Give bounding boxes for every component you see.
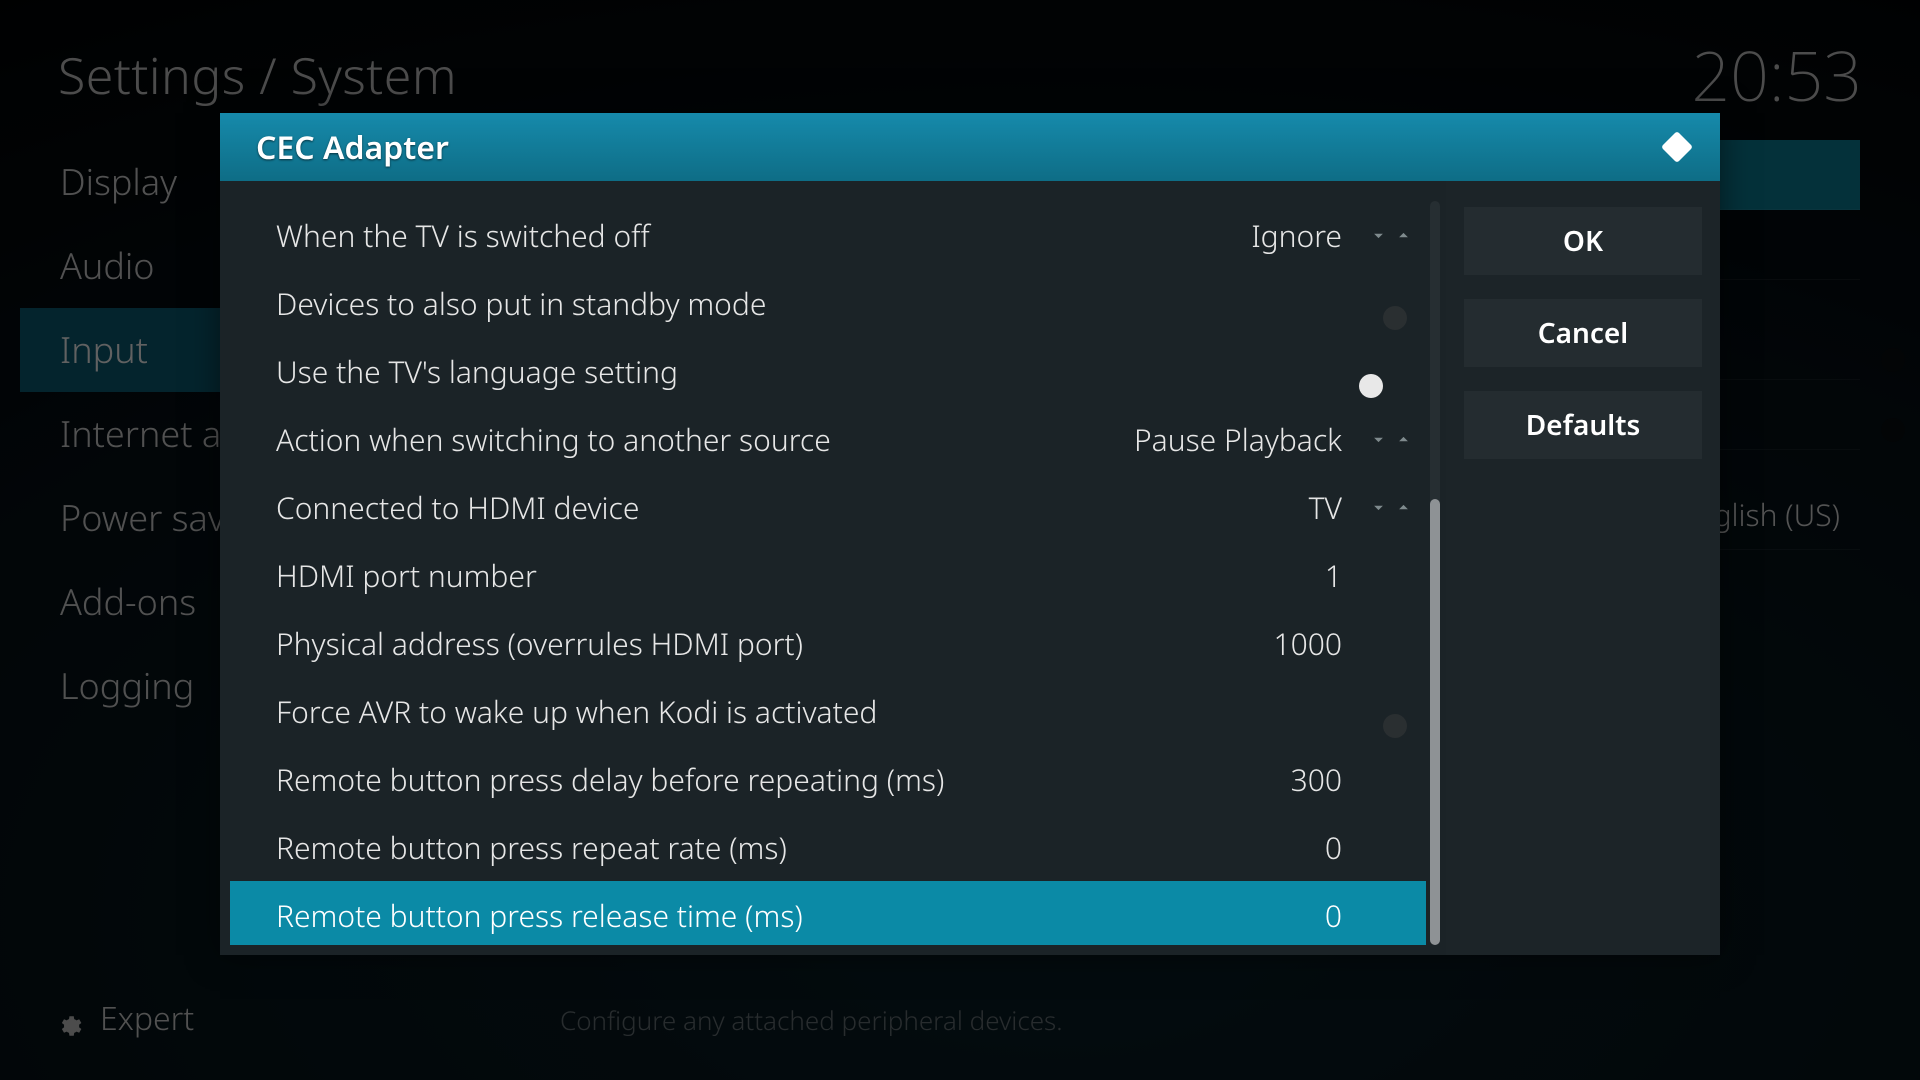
- spinner-icon[interactable]: [1354, 429, 1414, 450]
- dialog-header: CEC Adapter: [220, 113, 1720, 181]
- setting-value: Pause Playback: [1134, 419, 1354, 460]
- setting-row[interactable]: Devices to also put in standby mode: [230, 269, 1426, 337]
- setting-value: 0: [1325, 827, 1354, 868]
- setting-label: Action when switching to another source: [276, 419, 1134, 460]
- setting-row[interactable]: Use the TV's language setting: [230, 337, 1426, 405]
- scrollbar-thumb[interactable]: [1430, 499, 1440, 945]
- setting-label: When the TV is switched off: [276, 215, 1251, 256]
- scrollbar[interactable]: [1430, 201, 1440, 945]
- setting-label: Connected to HDMI device: [276, 487, 1309, 528]
- setting-row[interactable]: When the TV is switched offIgnore: [230, 201, 1426, 269]
- setting-row[interactable]: Force AVR to wake up when Kodi is activa…: [230, 677, 1426, 745]
- setting-label: Physical address (overrules HDMI port): [276, 623, 1273, 664]
- setting-row[interactable]: HDMI port number1: [230, 541, 1426, 609]
- setting-label: Force AVR to wake up when Kodi is activa…: [276, 691, 1354, 732]
- setting-row[interactable]: Remote button press repeat rate (ms)0: [230, 813, 1426, 881]
- setting-label: Devices to also put in standby mode: [276, 283, 1354, 324]
- setting-value: 0: [1325, 895, 1354, 936]
- setting-row[interactable]: Physical address (overrules HDMI port)10…: [230, 609, 1426, 677]
- setting-label: Remote button press delay before repeati…: [276, 759, 1291, 800]
- setting-label: HDMI port number: [276, 555, 1325, 596]
- setting-value: 1: [1325, 555, 1354, 596]
- setting-label: Remote button press release time (ms): [276, 895, 1325, 936]
- dialog-title: CEC Adapter: [256, 126, 449, 169]
- setting-value: 300: [1291, 759, 1354, 800]
- dialog-action-pane: OK Cancel Defaults: [1446, 181, 1720, 955]
- cec-adapter-dialog: CEC Adapter When the TV is switched offI…: [220, 113, 1720, 955]
- setting-label: Use the TV's language setting: [276, 351, 1354, 392]
- ok-button[interactable]: OK: [1464, 207, 1702, 275]
- spinner-icon[interactable]: [1354, 225, 1414, 246]
- defaults-button[interactable]: Defaults: [1464, 391, 1702, 459]
- setting-label: Remote button press repeat rate (ms): [276, 827, 1325, 868]
- setting-row[interactable]: Connected to HDMI deviceTV: [230, 473, 1426, 541]
- setting-value: 1000: [1273, 623, 1354, 664]
- dialog-settings-pane: When the TV is switched offIgnore Devices…: [220, 181, 1446, 955]
- setting-row[interactable]: Remote button press release time (ms)0: [230, 881, 1426, 945]
- setting-row[interactable]: Remote button press delay before repeati…: [230, 745, 1426, 813]
- setting-row[interactable]: Action when switching to another sourceP…: [230, 405, 1426, 473]
- spinner-icon[interactable]: [1354, 497, 1414, 518]
- kodi-logo-icon: [1660, 130, 1694, 164]
- setting-value: Ignore: [1251, 215, 1354, 256]
- setting-value: TV: [1309, 487, 1354, 528]
- cancel-button[interactable]: Cancel: [1464, 299, 1702, 367]
